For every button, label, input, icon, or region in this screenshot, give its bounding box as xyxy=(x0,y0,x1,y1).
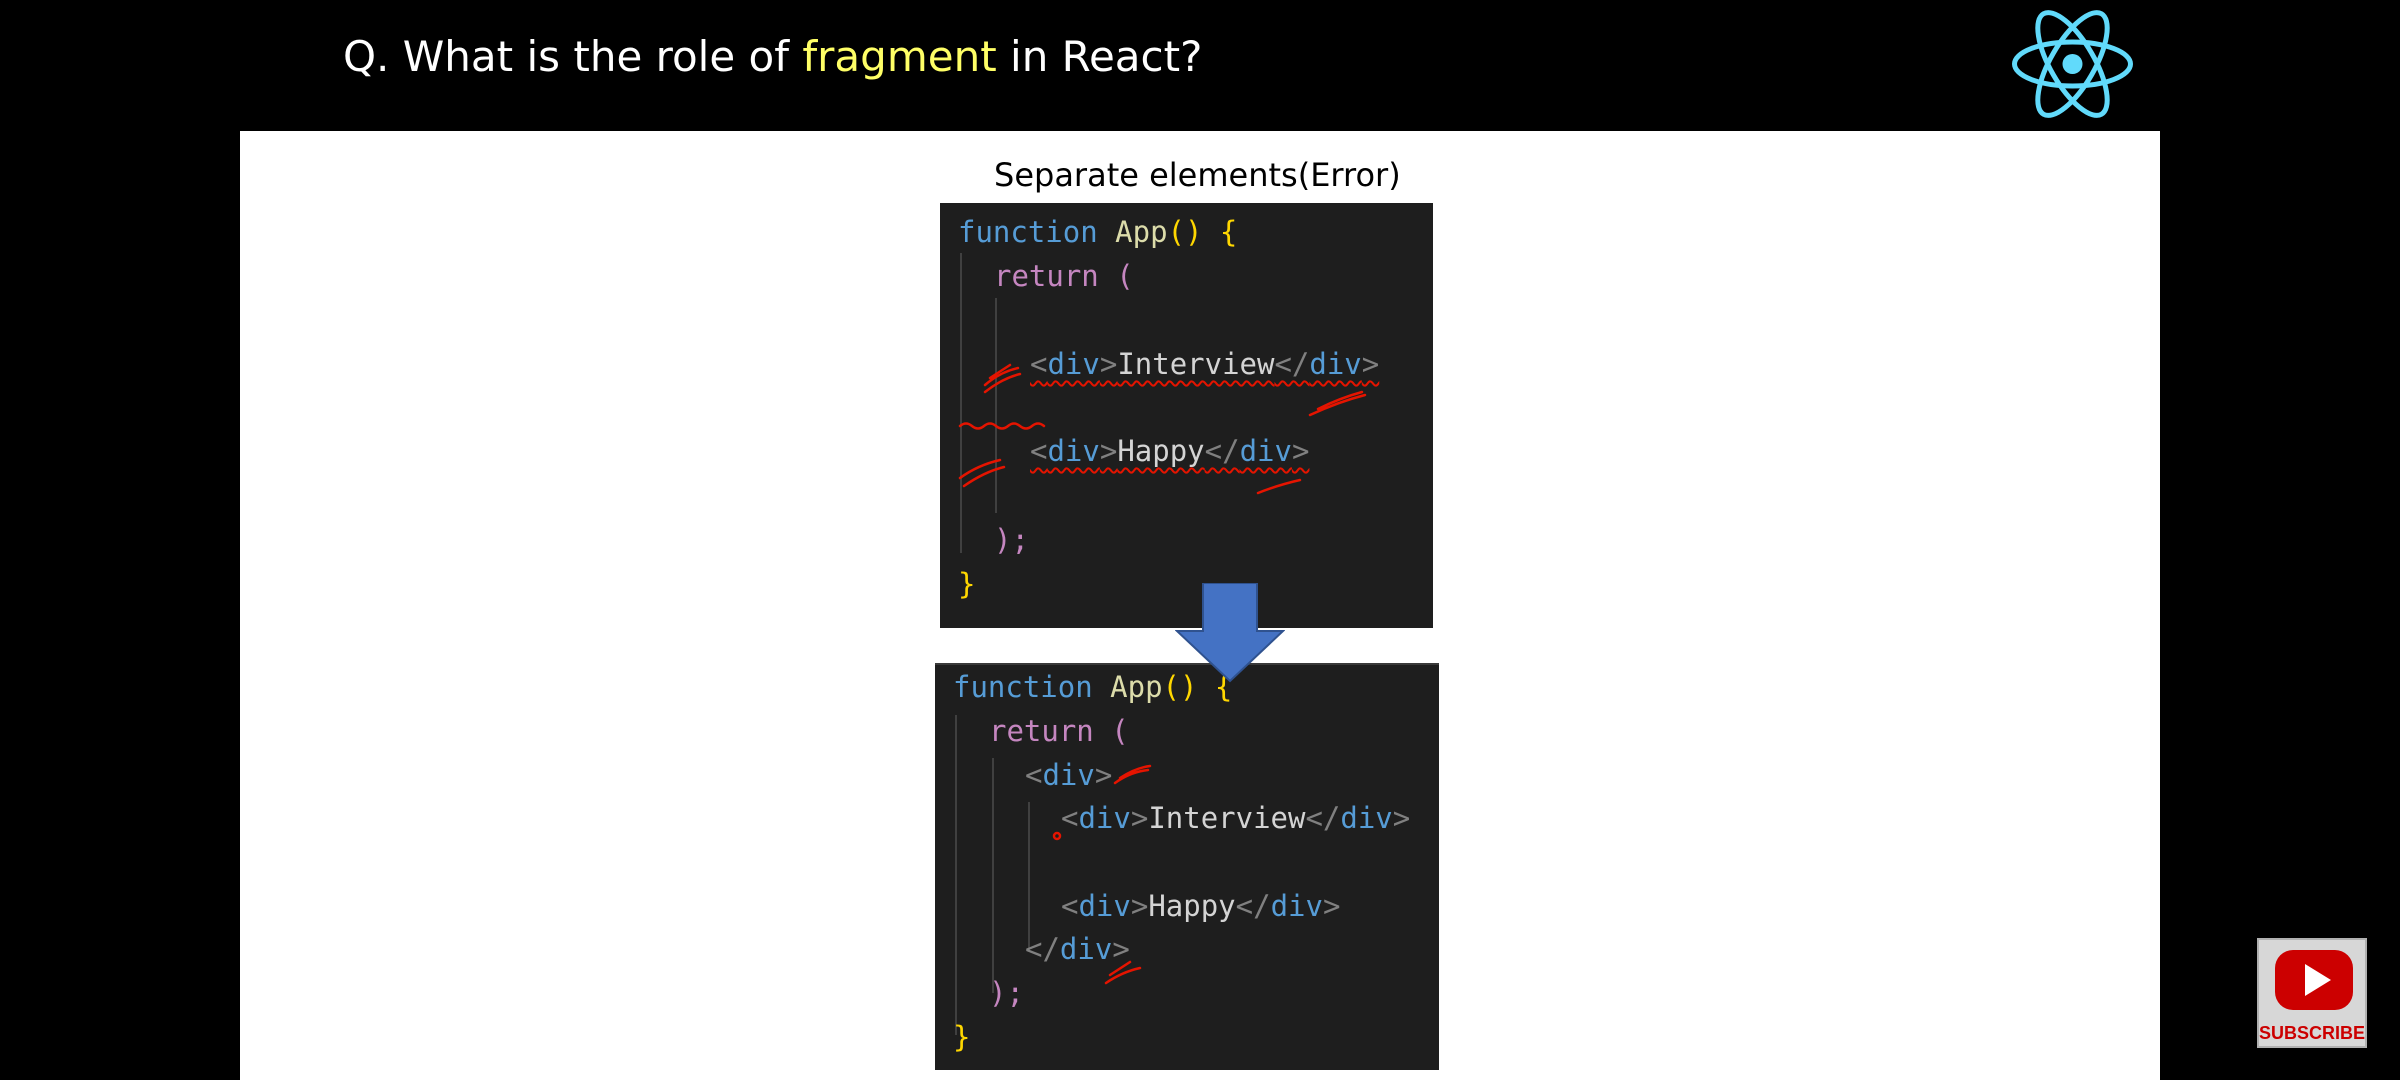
indent-guide xyxy=(992,758,994,993)
code-line: return ( xyxy=(989,714,1129,748)
title-prefix: Q. What is the role of xyxy=(343,32,803,81)
indent-guide xyxy=(1028,802,1030,950)
slide-title: Q. What is the role of fragment in React… xyxy=(343,32,1202,81)
code-line: <div>Happy</div> xyxy=(1061,889,1341,923)
code-line: <div>Happy</div> xyxy=(1030,434,1310,468)
youtube-play-icon xyxy=(2275,950,2353,1010)
indent-guide xyxy=(960,253,962,553)
code-line: <div>Interview</div> xyxy=(1061,801,1411,835)
code-line: </div> xyxy=(1025,932,1130,966)
indent-guide xyxy=(995,298,997,513)
subscribe-label: SUBSCRIBE xyxy=(2259,1023,2366,1043)
code-line: return ( xyxy=(994,259,1134,293)
fixed-code-block: function App() { return ( <div> <div>Int… xyxy=(935,663,1439,1070)
subscribe-button[interactable]: SUBSCRIBE xyxy=(2257,938,2367,1048)
title-highlight: fragment xyxy=(802,32,997,81)
code-line: <div>Interview</div> xyxy=(1030,347,1380,381)
code-line: } xyxy=(953,1020,971,1054)
react-logo-icon xyxy=(2012,10,2133,118)
code-line: ); xyxy=(994,523,1029,557)
down-arrow-icon xyxy=(1175,583,1285,683)
error-caption: Separate elements(Error) xyxy=(994,156,1401,194)
title-suffix: in React? xyxy=(996,32,1203,81)
code-line: <div> xyxy=(1025,758,1113,792)
code-line: function App() { xyxy=(958,215,1238,249)
title-bar: Q. What is the role of fragment in React… xyxy=(0,0,2400,131)
error-code-block: function App() { return ( <div>Interview… xyxy=(940,203,1433,628)
indent-guide xyxy=(955,715,957,1035)
code-line: ); xyxy=(989,976,1024,1010)
code-line: } xyxy=(958,567,976,601)
